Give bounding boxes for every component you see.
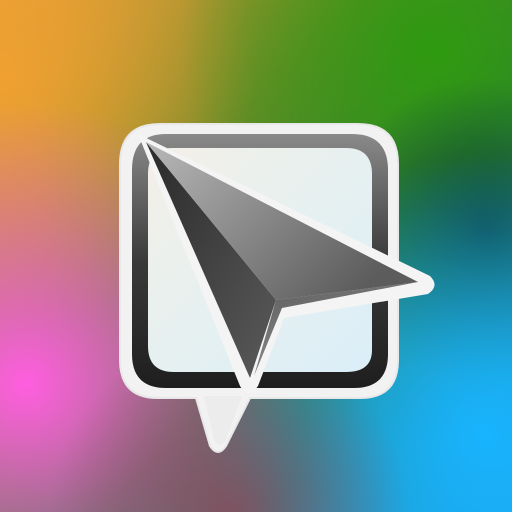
app-icon-artwork [0, 0, 512, 512]
app-icon-canvas [0, 0, 512, 512]
